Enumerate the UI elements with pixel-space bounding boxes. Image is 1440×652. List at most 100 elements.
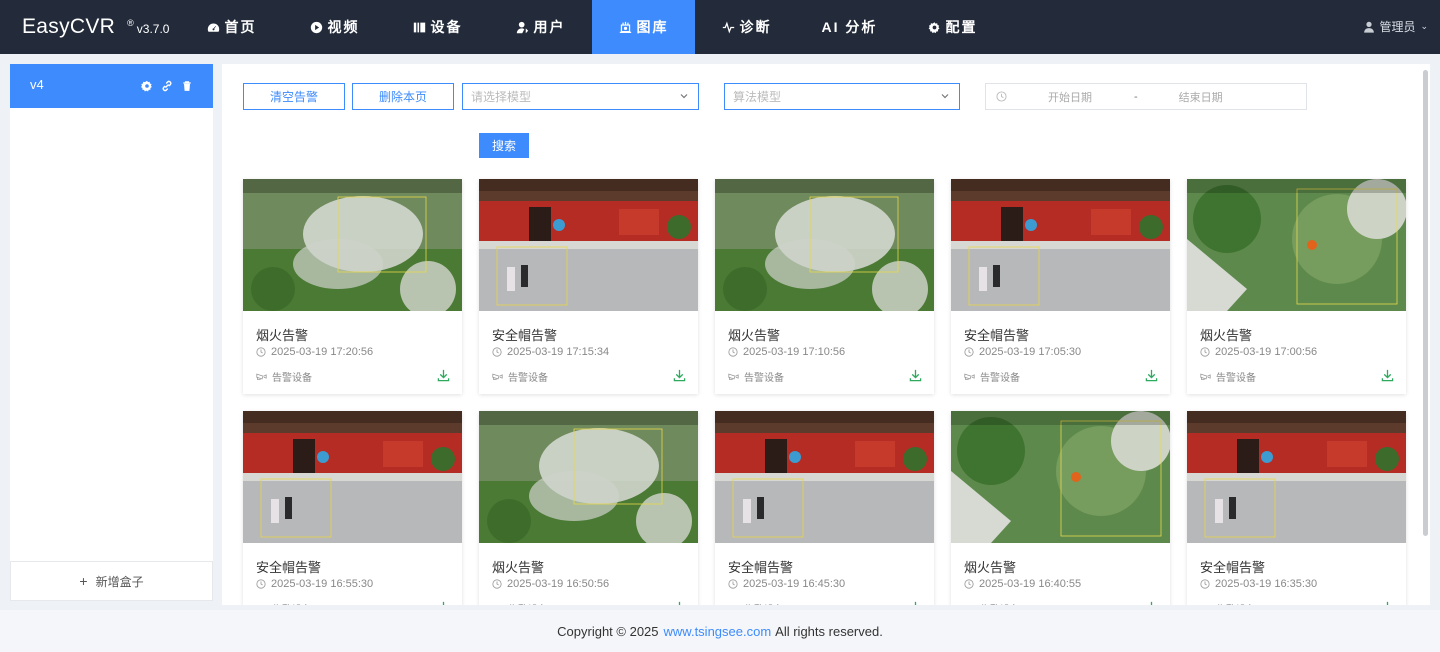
download-icon[interactable] <box>909 601 922 605</box>
nav-device-label: 设备 <box>430 19 463 35</box>
alarm-device: 告警设备 <box>492 369 548 384</box>
camera-icon <box>1200 372 1216 381</box>
download-icon[interactable] <box>437 601 450 605</box>
alarm-time: 2025-03-19 17:20:56 <box>256 346 373 358</box>
nav-device[interactable]: 设备 <box>386 0 489 54</box>
download-icon[interactable] <box>673 601 686 605</box>
user-menu[interactable]: 管理员 ⌄ <box>1363 18 1428 35</box>
alarm-snapshot[interactable] <box>243 179 462 311</box>
site-link[interactable]: www.tsingsee.com <box>664 624 772 639</box>
alarm-snapshot[interactable] <box>951 179 1170 311</box>
nav-diagnose-label: 诊断 <box>739 19 772 35</box>
nav-video[interactable]: 视频 <box>283 0 386 54</box>
alarm-card[interactable]: 烟火告警 2025-03-19 16:50:56 告警设备 <box>479 411 698 605</box>
alarm-card[interactable]: 烟火告警 2025-03-19 17:20:56 告警设备 <box>243 179 462 394</box>
alarm-time: 2025-03-19 16:35:30 <box>1200 578 1317 590</box>
alarm-card[interactable]: 烟火告警 2025-03-19 17:00:56 告警设备 <box>1187 179 1406 394</box>
delete-page-button[interactable]: 删除本页 <box>352 83 454 110</box>
alarm-card[interactable]: 安全帽告警 2025-03-19 16:55:30 告警设备 <box>243 411 462 605</box>
box-name: v4 <box>30 76 44 92</box>
download-icon[interactable] <box>1381 601 1394 605</box>
chevron-down-icon <box>941 94 949 99</box>
trash-icon[interactable] <box>181 80 193 92</box>
alarm-snapshot[interactable] <box>243 411 462 543</box>
camera-icon <box>728 604 744 605</box>
add-box-button[interactable]: + 新增盒子 <box>10 561 213 601</box>
top-navbar: EasyCVR ® v3.7.0 首页 视频 设备 用户 图库 诊断 AI 分析… <box>0 0 1440 54</box>
alarm-title: 烟火告警 <box>492 560 545 575</box>
camera-icon <box>492 604 508 605</box>
download-icon[interactable] <box>437 369 450 382</box>
link-icon[interactable] <box>161 80 173 92</box>
gear-icon[interactable] <box>141 80 153 92</box>
date-range-picker[interactable]: 开始日期 - 结束日期 <box>985 83 1307 110</box>
app-version: v3.7.0 <box>136 22 170 36</box>
alarm-card[interactable]: 安全帽告警 2025-03-19 17:15:34 告警设备 <box>479 179 698 394</box>
camera-icon <box>1200 604 1216 605</box>
end-date-input[interactable]: 结束日期 <box>1179 89 1223 105</box>
gallery-panel: 清空告警 删除本页 请选择模型 算法模型 开始日期 - 结束日期 搜索 烟火告警… <box>222 64 1430 605</box>
alarm-snapshot[interactable] <box>1187 179 1406 311</box>
model-select[interactable]: 请选择模型 <box>462 83 699 110</box>
nav-video-label: 视频 <box>327 19 360 35</box>
camera-icon <box>256 372 272 381</box>
alarm-snapshot[interactable] <box>715 411 934 543</box>
nav-config-label: 配置 <box>945 19 978 35</box>
search-button[interactable]: 搜索 <box>479 133 529 158</box>
nav-ai[interactable]: AI 分析 <box>798 0 901 54</box>
brand[interactable]: EasyCVR ® v3.7.0 <box>0 15 180 39</box>
alarm-snapshot[interactable] <box>715 179 934 311</box>
download-icon[interactable] <box>1381 369 1394 382</box>
alarm-time-text: 2025-03-19 17:00:56 <box>1215 346 1318 358</box>
gallery-icon <box>619 20 633 34</box>
nav-gallery-label: 图库 <box>636 19 669 35</box>
alarm-title: 安全帽告警 <box>1200 560 1266 575</box>
alarm-snapshot[interactable] <box>1187 411 1406 543</box>
sidebar-box-item[interactable]: v4 <box>10 64 213 108</box>
alarm-card[interactable]: 安全帽告警 2025-03-19 16:35:30 告警设备 <box>1187 411 1406 605</box>
alarm-time-text: 2025-03-19 16:35:30 <box>1215 578 1318 590</box>
alarm-time: 2025-03-19 17:10:56 <box>728 346 845 358</box>
start-date-input[interactable]: 开始日期 <box>1048 89 1092 105</box>
alarm-device-text: 告警设备 <box>1216 373 1256 384</box>
alarm-card[interactable]: 安全帽告警 2025-03-19 17:05:30 告警设备 <box>951 179 1170 394</box>
gear-icon <box>928 20 942 34</box>
alarm-snapshot[interactable] <box>951 411 1170 543</box>
app-name: EasyCVR <box>22 15 116 38</box>
download-icon[interactable] <box>909 369 922 382</box>
alarm-time-text: 2025-03-19 17:20:56 <box>271 346 374 358</box>
clock-icon <box>1200 579 1215 589</box>
alarm-device-text: 告警设备 <box>272 601 312 605</box>
user-avatar-icon <box>1364 21 1375 33</box>
algorithm-select[interactable]: 算法模型 <box>724 83 960 110</box>
nav-diagnose[interactable]: 诊断 <box>695 0 798 54</box>
alarm-card[interactable]: 烟火告警 2025-03-19 17:10:56 告警设备 <box>715 179 934 394</box>
nav-user[interactable]: 用户 <box>489 0 592 54</box>
alarm-time: 2025-03-19 16:55:30 <box>256 578 373 590</box>
clear-alarms-button[interactable]: 清空告警 <box>243 83 345 110</box>
scrollbar[interactable] <box>1423 70 1428 536</box>
clock-icon <box>256 347 271 357</box>
rights-text: All rights reserved. <box>775 623 883 639</box>
user-name: 管理员 <box>1379 20 1416 34</box>
nav-config[interactable]: 配置 <box>901 0 1004 54</box>
chevron-down-icon: ⌄ <box>1420 21 1428 31</box>
download-icon[interactable] <box>673 369 686 382</box>
alarm-snapshot[interactable] <box>479 179 698 311</box>
download-icon[interactable] <box>1145 601 1158 605</box>
alarm-card[interactable]: 烟火告警 2025-03-19 16:40:55 告警设备 <box>951 411 1170 605</box>
alarm-time-text: 2025-03-19 16:55:30 <box>271 578 374 590</box>
clock-icon <box>256 579 271 589</box>
download-icon[interactable] <box>1145 369 1158 382</box>
alarm-time: 2025-03-19 16:40:55 <box>964 578 1081 590</box>
camera-icon <box>492 372 508 381</box>
alarm-time-text: 2025-03-19 16:45:30 <box>743 578 846 590</box>
device-icon <box>413 20 427 34</box>
alarm-device: 告警设备 <box>728 601 784 605</box>
nav-gallery[interactable]: 图库 <box>592 0 695 54</box>
nav-home[interactable]: 首页 <box>180 0 283 54</box>
alarm-snapshot[interactable] <box>479 411 698 543</box>
alarm-card[interactable]: 安全帽告警 2025-03-19 16:45:30 告警设备 <box>715 411 934 605</box>
alarm-device-text: 告警设备 <box>272 373 312 384</box>
registered-mark: ® <box>127 18 134 28</box>
